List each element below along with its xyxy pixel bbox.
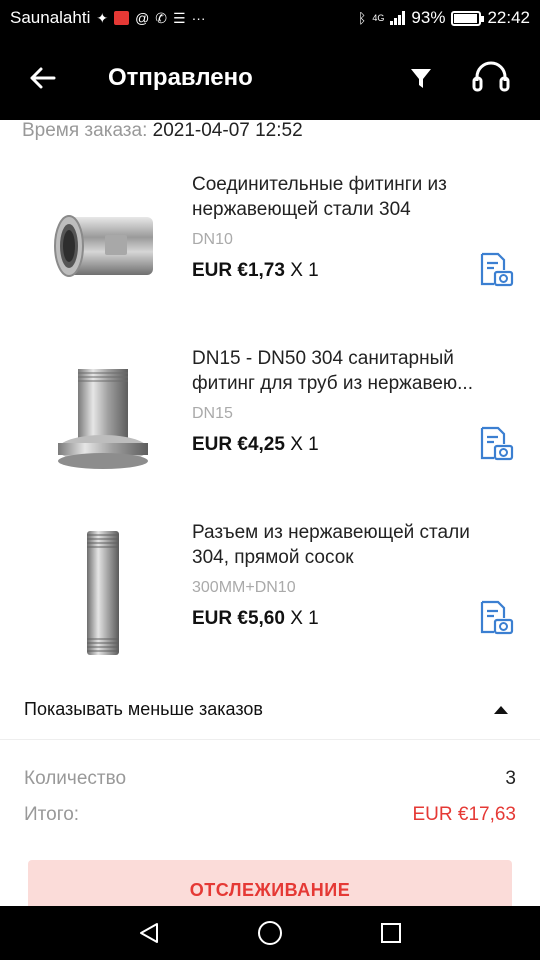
- back-button[interactable]: [0, 36, 84, 120]
- receipt-camera-icon: [480, 426, 514, 461]
- order-detail-content: Время заказа: 2021-04-07 12:52 Соедините…: [0, 120, 540, 906]
- carrier-label: Saunalahti: [10, 8, 91, 27]
- total-label: Итого:: [24, 804, 80, 825]
- customer-support-button[interactable]: [456, 36, 526, 120]
- receipt-camera-icon: [480, 252, 514, 287]
- quantity: X 1: [290, 434, 319, 455]
- quantity-row: Количество 3: [24, 768, 516, 790]
- product-price: EUR €4,25 X 1: [192, 434, 319, 456]
- product-title[interactable]: Разъем из нержавеющей стали 304, прямой …: [192, 520, 512, 570]
- status-bar: Saunalahti ✦ @ ✆ ☰ ··· ᛒ 4G 93% 22:42: [0, 0, 540, 36]
- quantity: X 1: [290, 260, 319, 281]
- at-icon: @: [135, 10, 150, 26]
- missed-call-icon: ✆: [155, 10, 168, 26]
- nav-home-icon[interactable]: [257, 920, 283, 946]
- product-image-ferrule[interactable]: [30, 346, 176, 492]
- product-variant: DN15: [192, 405, 233, 422]
- more-icon: ···: [191, 10, 206, 26]
- battery-icon: [451, 10, 485, 26]
- product-price: EUR €5,60 X 1: [192, 608, 319, 630]
- product-item[interactable]: Соединительные фитинги из нержавеющей ст…: [0, 172, 540, 342]
- price-value: EUR €4,25: [192, 434, 285, 455]
- battery-percent: 93%: [411, 8, 446, 27]
- receipt-photo-button[interactable]: [476, 250, 516, 290]
- back-arrow-icon: [30, 67, 56, 89]
- total-row: Итого: EUR €17,63: [24, 804, 516, 826]
- network-type: 4G: [372, 12, 385, 23]
- price-value: EUR €1,73: [192, 260, 285, 281]
- product-variant: DN10: [192, 231, 233, 248]
- caret-up-icon: [494, 705, 508, 714]
- show-fewer-orders-label: Показывать меньше заказов: [24, 699, 263, 719]
- product-title[interactable]: DN15 - DN50 304 санитарный фитинг для тр…: [192, 346, 512, 396]
- tracking-button[interactable]: ОТСЛЕЖИВАНИЕ: [28, 860, 512, 906]
- receipt-camera-icon: [480, 600, 514, 635]
- message-icon: ☰: [173, 10, 186, 26]
- product-variant: 300MM+DN10: [192, 579, 296, 596]
- quantity: X 1: [290, 608, 319, 629]
- red-app-icon: [114, 11, 130, 25]
- product-price: EUR €1,73 X 1: [192, 260, 319, 282]
- clock: 22:42: [487, 8, 530, 27]
- signal-icon: [390, 11, 406, 25]
- nav-back-icon[interactable]: [137, 921, 161, 945]
- order-time-label: Время заказа:: [22, 120, 148, 141]
- fox-icon: ✦: [96, 10, 109, 26]
- system-nav-bar: [0, 906, 540, 960]
- filter-icon: [411, 69, 431, 88]
- page-title: Отправлено: [108, 64, 253, 91]
- nav-recents-icon[interactable]: [379, 921, 403, 945]
- price-value: EUR €5,60: [192, 608, 285, 629]
- receipt-photo-button[interactable]: [476, 598, 516, 638]
- order-time: Время заказа: 2021-04-07 12:52: [22, 120, 303, 142]
- product-item[interactable]: DN15 - DN50 304 санитарный фитинг для тр…: [0, 346, 540, 516]
- show-fewer-orders-toggle[interactable]: Показывать меньше заказов: [0, 680, 540, 740]
- product-image-nipple[interactable]: [30, 520, 176, 666]
- receipt-photo-button[interactable]: [476, 424, 516, 464]
- quantity-label: Количество: [24, 768, 127, 789]
- app-bar: Отправлено: [0, 36, 540, 120]
- product-image-coupling[interactable]: [30, 172, 176, 318]
- filter-button[interactable]: [386, 36, 456, 120]
- quantity-value: 3: [505, 768, 516, 789]
- total-value: EUR €17,63: [412, 804, 516, 825]
- product-item[interactable]: Разъем из нержавеющей стали 304, прямой …: [0, 520, 540, 690]
- order-time-value: 2021-04-07 12:52: [152, 120, 303, 141]
- headset-support-icon: [472, 61, 510, 92]
- bluetooth-icon: ᛒ: [358, 10, 367, 26]
- product-title[interactable]: Соединительные фитинги из нержавеющей ст…: [192, 172, 512, 222]
